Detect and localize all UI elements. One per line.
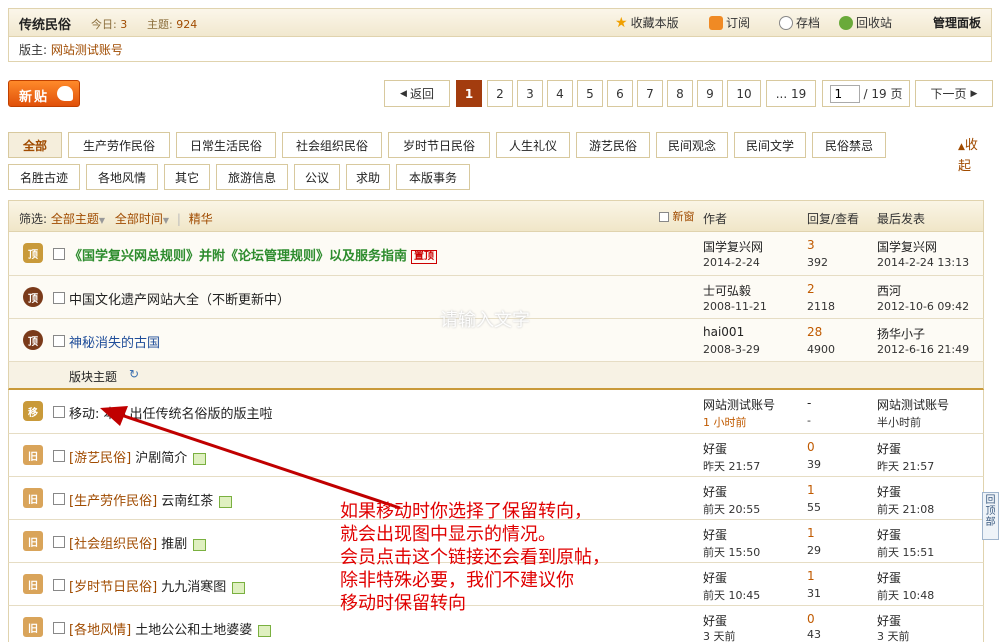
back-to-top-button[interactable]: 回顶部 bbox=[982, 492, 999, 540]
annotation-text: 如果移动时你选择了保留转向， 就会出现图中显示的情况。 会员点击这个链接还会看到… bbox=[340, 501, 610, 614]
